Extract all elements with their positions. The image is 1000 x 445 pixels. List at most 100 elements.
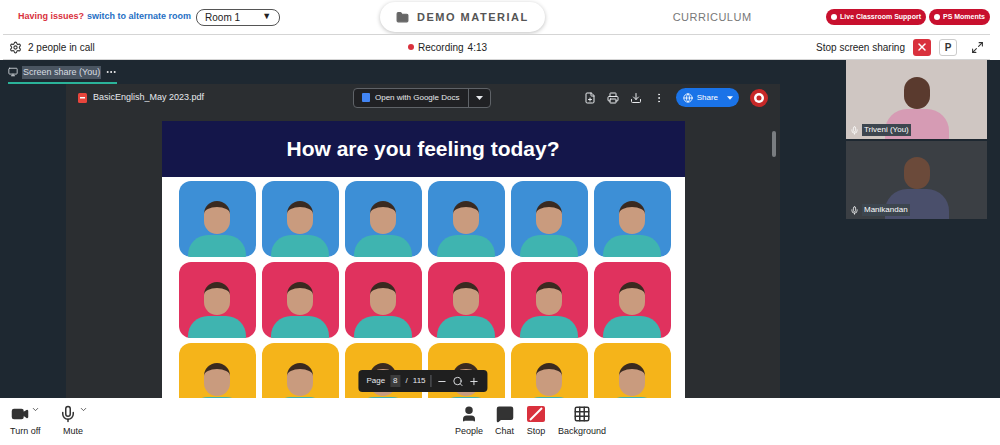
photo-head <box>453 201 479 234</box>
call-control[interactable]: People <box>455 405 483 439</box>
support-buttons: Live Classroom Support PS Moments <box>826 9 1000 25</box>
participant-head <box>904 157 930 189</box>
emotion-row <box>179 181 685 257</box>
open-with-label: Open with Google Docs <box>375 92 460 104</box>
chat-icon <box>496 405 514 423</box>
call-control[interactable]: Stop <box>526 405 546 439</box>
avatar-icon[interactable] <box>750 89 768 107</box>
emotion-photo <box>594 181 671 257</box>
pdf-file-name: BasicEnglish_May 2023.pdf <box>93 91 204 105</box>
call-info: 2 people in call <box>3 40 408 55</box>
room-select[interactable]: Room 1▼ <box>196 9 280 26</box>
participant-tile[interactable]: Triveni (You) <box>846 60 987 139</box>
share-button[interactable]: Share <box>676 88 739 107</box>
zoom-in-icon[interactable] <box>469 376 480 387</box>
recording-time: 4:13 <box>468 40 487 55</box>
share-label: Share <box>697 92 723 104</box>
control-label: Background <box>558 425 606 439</box>
call-control[interactable]: Background <box>558 405 606 439</box>
photo-head <box>453 282 479 315</box>
screen-icon <box>8 67 18 77</box>
people-count: 2 people in call <box>28 40 95 55</box>
participant-name: Manikandan <box>862 204 910 216</box>
photo-shirt <box>354 316 412 338</box>
photo-head <box>287 201 313 234</box>
room-arrow: ▼ <box>262 10 271 24</box>
photo-shirt <box>354 235 412 257</box>
photo-head <box>619 282 645 315</box>
media-control[interactable]: Turn off <box>10 405 41 439</box>
open-with-dropdown[interactable] <box>468 89 490 107</box>
top-bar: Having issues?switch to alternate room Ro… <box>0 0 1000 34</box>
photo-shirt <box>520 397 578 398</box>
participant-tile[interactable]: Manikandan <box>846 141 987 219</box>
photo-shirt <box>188 235 246 257</box>
emotion-photo <box>179 262 256 338</box>
participants: Triveni (You) Manikandan <box>846 60 987 398</box>
media-control-icons <box>59 405 88 423</box>
photo-head <box>536 282 562 315</box>
photo-shirt <box>603 316 661 338</box>
folder-icon <box>396 11 409 24</box>
print-icon[interactable] <box>607 92 619 104</box>
issue-text: Having issues? <box>18 10 84 24</box>
support-button[interactable]: PS Moments <box>929 9 990 25</box>
photo-shirt <box>271 397 329 398</box>
recording-dot <box>408 44 414 50</box>
switch-room-link[interactable]: switch to alternate room <box>87 10 191 24</box>
support-button[interactable]: Live Classroom Support <box>826 9 926 25</box>
meeting-app: Having issues?switch to alternate room Ro… <box>0 0 1000 445</box>
participant-label: Triveni (You) <box>850 124 911 136</box>
screen-share-tab[interactable]: Screen share (You) <box>8 66 117 85</box>
material-tab[interactable]: DEMO MATERIAL <box>380 2 545 32</box>
photo-head <box>536 363 562 396</box>
call-control[interactable]: Chat <box>495 405 514 439</box>
open-with-main[interactable]: Open with Google Docs <box>354 92 468 104</box>
support-dot-icon <box>831 14 837 20</box>
photo-head <box>370 282 396 315</box>
background-icon <box>573 405 591 423</box>
pdf-actions: Share <box>584 88 768 107</box>
call-controls: People Chat Stop Background <box>455 405 606 439</box>
photo-shirt <box>188 316 246 338</box>
open-with-button[interactable]: Open with Google Docs <box>353 88 491 108</box>
more-icon[interactable] <box>105 66 117 78</box>
media-control[interactable]: Mute <box>59 405 88 439</box>
material-tabs: DEMO MATERIAL CURRICULUM <box>380 2 752 32</box>
stop-sharing-button[interactable] <box>913 39 931 56</box>
scrollbar-thumb[interactable] <box>772 131 776 157</box>
docs-icon <box>362 93 370 102</box>
emotion-photo <box>345 181 422 257</box>
photo-head <box>619 363 645 396</box>
page-header: How are you feeling today? <box>162 121 685 177</box>
emotion-photo <box>511 181 588 257</box>
emotion-photo <box>179 343 256 398</box>
expand-icon[interactable] <box>971 41 984 54</box>
support-dot-icon <box>934 14 940 20</box>
caret-icon <box>476 96 483 100</box>
zoom-icon[interactable] <box>453 376 464 387</box>
mic-icon <box>59 405 77 423</box>
download-icon[interactable] <box>630 92 642 104</box>
photo-shirt <box>437 235 495 257</box>
pager-current[interactable]: 8 <box>390 375 400 387</box>
chevron-icon[interactable] <box>31 405 40 414</box>
photo-shirt <box>603 235 661 257</box>
more-vertical-icon[interactable] <box>653 92 665 104</box>
zoom-out-icon[interactable] <box>437 376 448 387</box>
material-tab[interactable]: CURRICULUM <box>673 2 752 32</box>
control-label: Mute <box>63 425 83 439</box>
photo-head <box>204 201 230 234</box>
support-button-label: Live Classroom Support <box>840 12 921 23</box>
tab-label: DEMO MATERIAL <box>417 9 529 26</box>
mic-icon <box>850 126 859 135</box>
photo-shirt <box>437 397 495 398</box>
control-label: Stop <box>527 425 546 439</box>
gear-icon[interactable] <box>9 41 22 54</box>
chevron-icon[interactable] <box>79 405 88 414</box>
presenter-badge[interactable]: P <box>939 39 957 56</box>
pager-label: Page <box>366 375 385 387</box>
photo-shirt <box>271 235 329 257</box>
add-to-drive-icon[interactable] <box>584 92 596 104</box>
emotion-photo <box>345 262 422 338</box>
